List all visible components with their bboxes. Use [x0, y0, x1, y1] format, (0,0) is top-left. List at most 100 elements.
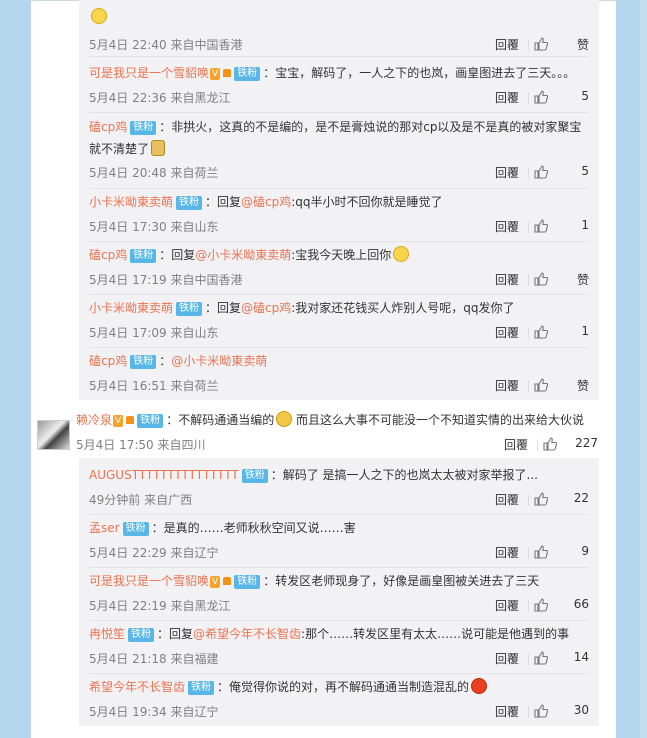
username-link[interactable]: 希望今年不长智齿 [89, 680, 185, 694]
reply-divider [89, 620, 589, 621]
vip-badge: V [210, 576, 221, 588]
comment-body: ：回复 [205, 195, 242, 209]
cry-emoji [91, 8, 107, 24]
fan-badge: 铁粉 [234, 575, 261, 589]
timestamp: 5月4日 17:30 来自山东 [89, 220, 219, 234]
thumbs-up-icon [534, 37, 549, 51]
username-link[interactable]: 可是我只是一个雪貂唤 [89, 574, 209, 588]
reply-item: 磕cp鸡 铁粉 ：非拱火，这真的不是编的，是不是膏烛说的那对cp以及是不是真的被对家… [89, 116, 589, 184]
reply-divider [89, 673, 589, 674]
comment-body: ：是真的……老师秋秋空间又说……害 [151, 521, 356, 535]
reply-divider [89, 188, 589, 189]
comment-text: 孟ser 铁粉 ：是真的……老师秋秋空间又说……害 [89, 517, 589, 539]
reply-button[interactable]: 回覆 [495, 218, 519, 235]
comment-meta: 5月4日 17:09 来自山东 回覆 1 [89, 324, 589, 342]
crown-icon [223, 69, 232, 77]
reply-item: 孟ser 铁粉 ：是真的……老师秋秋空间又说……害 5月4日 22:29 来自辽宁 回覆… [89, 517, 589, 563]
comment-text: 磕cp鸡 铁粉 ：回复@小卡米呦東卖萌:宝我今天晚上回你 [89, 244, 589, 266]
mention-link[interactable]: @磕cp鸡 [241, 301, 291, 315]
comment-body: ：回复 [159, 248, 196, 262]
comment-text: 磕cp鸡 铁粉 ：@小卡米呦東卖萌 [89, 350, 589, 372]
reply-item: AUGUSTTTTTTTTTTTTTTT 铁粉 ：解码了 是搞一人之下的也岚太太被对… [89, 464, 589, 510]
separator [528, 494, 529, 506]
doge-emoji [151, 140, 166, 156]
reply-button[interactable]: 回覆 [495, 491, 519, 508]
reply-item: 磕cp鸡 铁粉 ：回复@小卡米呦東卖萌:宝我今天晚上回你 5月4日 17:19 来自中… [89, 244, 589, 290]
reply-button[interactable]: 回覆 [495, 377, 519, 394]
username-link[interactable]: AUGUSTTTTTTTTTTTTTTT [89, 468, 239, 482]
mention-link[interactable]: @小卡米呦東卖萌 [171, 354, 267, 368]
reply-item: 小卡米呦東卖萌 铁粉 ：回复@磕cp鸡:我对家还花钱买人炸别人号呢，qq发你了 5月4… [89, 297, 589, 343]
comment-meta: 5月4日 22:40 来自中国香港 回覆 赞 [89, 36, 589, 54]
crown-icon [126, 416, 135, 424]
separator [528, 221, 529, 233]
comment-body: ：回复 [157, 627, 194, 641]
fan-badge: 铁粉 [188, 681, 215, 695]
thumbs-up-icon [534, 378, 549, 392]
username-link[interactable]: 磕cp鸡 [89, 354, 127, 368]
reply-button[interactable]: 回覆 [495, 324, 519, 341]
fan-badge: 铁粉 [130, 121, 157, 135]
reply-button[interactable]: 回覆 [504, 436, 528, 453]
comment-meta: 5月4日 22:29 来自辽宁 回覆 9 [89, 544, 589, 562]
like-count: 30 [573, 703, 589, 717]
reply-button[interactable]: 回覆 [495, 36, 519, 53]
username-link[interactable]: 孟ser [89, 521, 120, 535]
reply-button[interactable]: 回覆 [495, 544, 519, 561]
fan-badge: 铁粉 [130, 249, 157, 263]
username-link[interactable]: 可是我只是一个雪貂唤 [89, 66, 209, 80]
timestamp: 5月4日 22:29 来自辽宁 [89, 546, 219, 560]
timestamp: 5月4日 21:18 来自福建 [89, 652, 219, 666]
username-link[interactable]: 小卡米呦東卖萌 [89, 301, 173, 315]
like-count: 1 [581, 218, 589, 232]
comment-body: :我对家还花钱买人炸别人号呢，qq发你了 [291, 301, 515, 315]
fan-badge: 铁粉 [137, 414, 164, 428]
reply-button[interactable]: 回覆 [495, 271, 519, 288]
reply-button[interactable]: 回覆 [495, 650, 519, 667]
reply-box-1: 5月4日 22:40 来自中国香港 回覆赞可是我只是一个雪貂唤 V 铁粉 ：宝宝，解码了… [79, 0, 599, 400]
comment-body: :qq半小时不回你就是睡觉了 [291, 195, 443, 209]
comment-text: 小卡米呦東卖萌 铁粉 ：回复@磕cp鸡:qq半小时不回你就是睡觉了 [89, 191, 589, 213]
like-count: 5 [581, 89, 589, 103]
username-link[interactable]: 磕cp鸡 [89, 248, 127, 262]
like-count: 227 [575, 436, 598, 450]
reply-button[interactable]: 回覆 [495, 703, 519, 720]
reply-button[interactable]: 回覆 [495, 89, 519, 106]
username-link[interactable]: 赖冷泉 [76, 413, 112, 427]
mention-link[interactable]: @小卡米呦東卖萌 [195, 248, 291, 262]
avatar[interactable] [37, 420, 70, 450]
comment-text: 赖冷泉 V 铁粉 ：不解码通通当编的 而且这么大事不可能没一个不知道实情的出来给大伙说 [76, 409, 598, 431]
comment-text [89, 6, 589, 28]
separator [528, 653, 529, 665]
thumbs-up-icon [534, 492, 549, 506]
crown-icon [223, 577, 232, 585]
comment-body: ：回复 [205, 301, 242, 315]
timestamp: 5月4日 17:50 来自四川 [76, 438, 206, 452]
fan-badge: 铁粉 [176, 302, 203, 316]
username-link[interactable]: 磕cp鸡 [89, 120, 127, 134]
mention-link[interactable]: @磕cp鸡 [241, 195, 291, 209]
reply-item: 可是我只是一个雪貂唤 V 铁粉 ：宝宝，解码了，一人之下的也岚，画皇图进去了三天。。。… [89, 62, 589, 108]
comment-text: 冉悦笙 铁粉 ：回复@希望今年不长智齿:那个……转发区里有太太……说可能是他遇到的事 [89, 623, 589, 645]
thumbs-up-icon [534, 651, 549, 665]
comment-text: 小卡米呦東卖萌 铁粉 ：回复@磕cp鸡:我对家还花钱买人炸别人号呢，qq发你了 [89, 297, 589, 319]
username-link[interactable]: 冉悦笙 [89, 627, 125, 641]
reply-button[interactable]: 回覆 [495, 597, 519, 614]
comment-meta: 5月4日 21:18 来自福建 回覆 14 [89, 650, 589, 668]
fan-badge: 铁粉 [234, 67, 261, 81]
reply-divider [89, 514, 589, 515]
reply-button[interactable]: 回覆 [495, 164, 519, 181]
comment-body: ： [159, 354, 172, 368]
mention-link[interactable]: @希望今年不长智齿 [193, 627, 301, 641]
username-link[interactable]: 小卡米呦東卖萌 [89, 195, 173, 209]
timestamp: 5月4日 17:19 来自中国香港 [89, 273, 243, 287]
thumbs-up-icon [534, 219, 549, 233]
separator [528, 600, 529, 612]
timestamp: 5月4日 16:51 来自荷兰 [89, 379, 219, 393]
vip-badge: V [113, 415, 124, 427]
separator [528, 547, 529, 559]
thumbs-up-icon [534, 598, 549, 612]
comment-meta: 5月4日 17:30 来自山东 回覆 1 [89, 218, 589, 236]
scrollbar-track[interactable] [640, 0, 647, 738]
reply-divider [89, 241, 589, 242]
